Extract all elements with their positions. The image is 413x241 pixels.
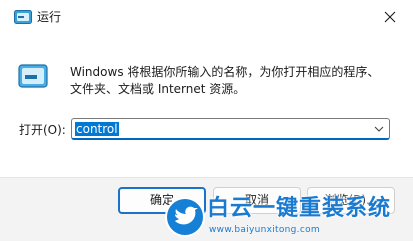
title-bar: 运行 — [0, 0, 413, 34]
dialog-content: Windows 将根据你所输入的名称，为你打开相应的程序、 文件夹、文档或 In… — [0, 34, 413, 177]
close-icon — [384, 11, 396, 23]
description-line-1: Windows 将根据你所输入的名称，为你打开相应的程序、 — [70, 65, 380, 79]
run-app-icon — [14, 10, 32, 24]
bird-logo-icon — [165, 197, 205, 237]
window-title: 运行 — [37, 10, 62, 24]
open-combobox[interactable]: control — [71, 118, 390, 140]
chevron-down-icon[interactable] — [373, 123, 385, 135]
description-line-2: 文件夹、文档或 Internet 资源。 — [70, 82, 246, 96]
open-input[interactable]: control — [75, 122, 119, 136]
open-label: 打开(O): — [19, 123, 66, 137]
watermark: 白云一键重装系统 www.baiyunxitong.com — [165, 196, 413, 240]
run-icon — [18, 64, 48, 88]
description: Windows 将根据你所输入的名称，为你打开相应的程序、 文件夹、文档或 In… — [70, 64, 390, 98]
watermark-title: 白云一键重装系统 — [207, 196, 392, 221]
close-button[interactable] — [367, 0, 413, 34]
watermark-url: www.baiyunxitong.com — [209, 225, 320, 235]
